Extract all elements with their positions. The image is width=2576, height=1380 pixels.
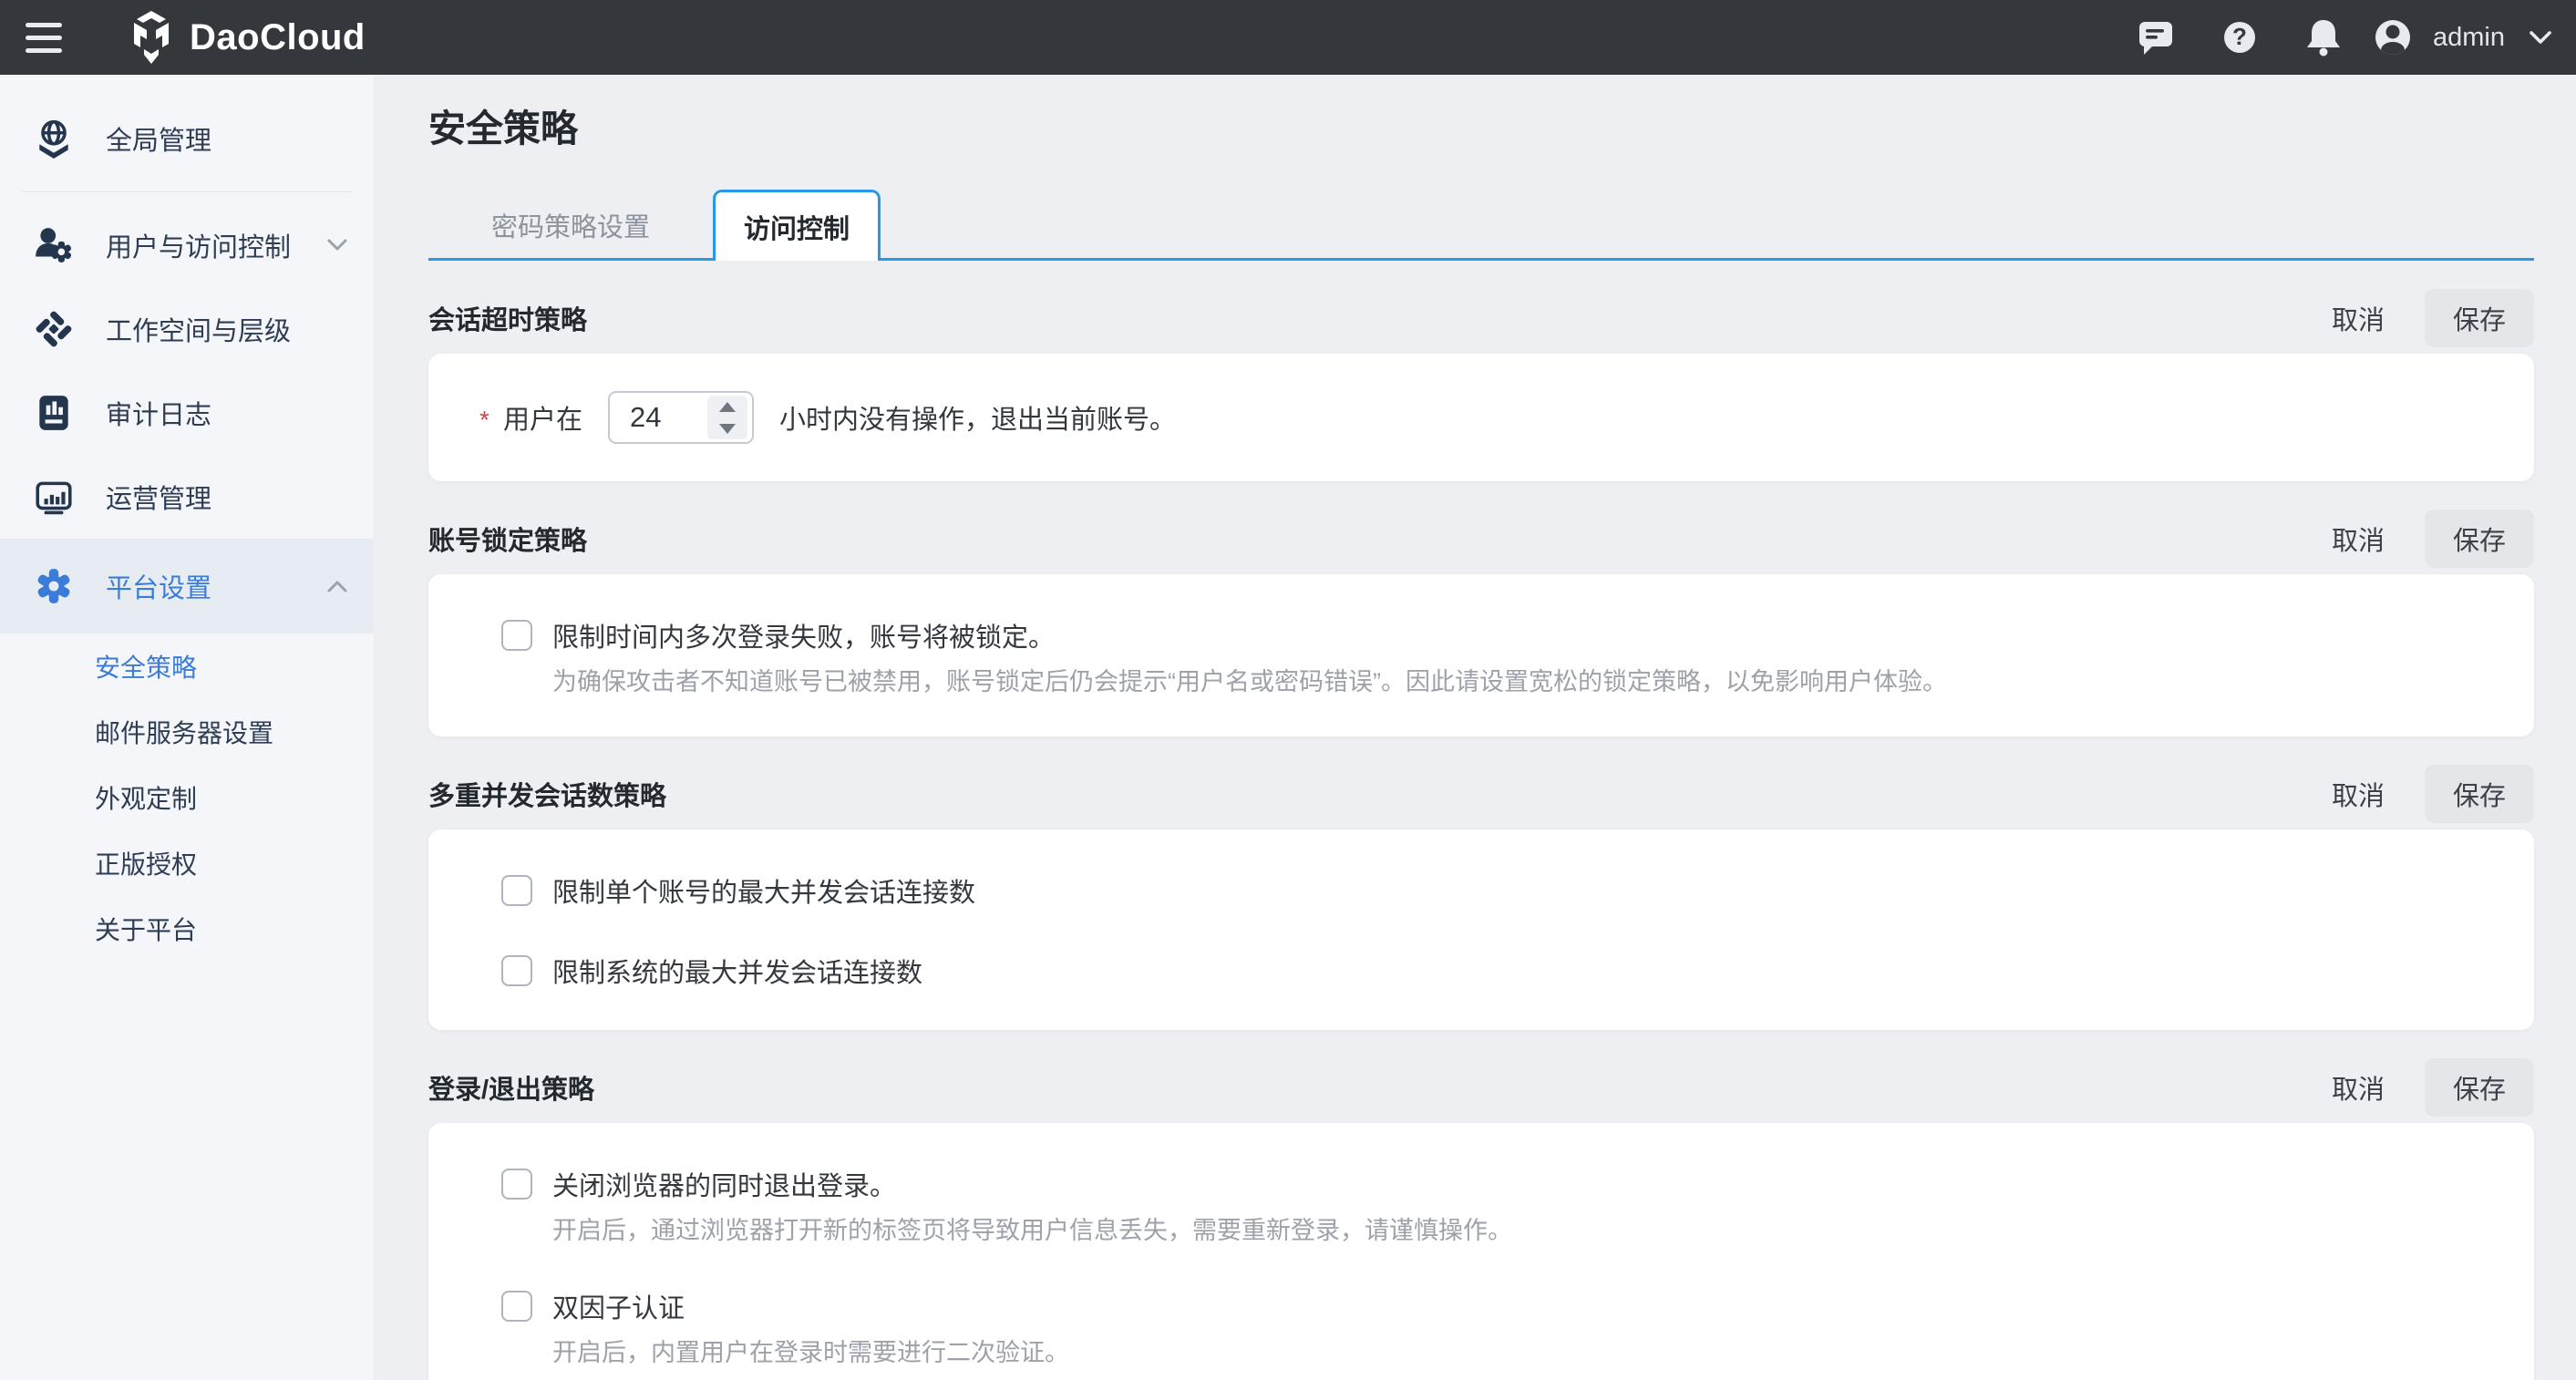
sidebar-item-label: 审计日志 [106, 394, 348, 432]
checkbox-row: 限制系统的最大并发会话连接数 [501, 952, 2461, 990]
globe-icon [33, 118, 75, 160]
page-title: 安全策略 [428, 108, 2534, 149]
checkbox-row: 限制单个账号的最大并发会话连接数 [501, 871, 2461, 910]
checkbox-label: 限制系统的最大并发会话连接数 [552, 952, 922, 990]
section-title: 登录/退出策略 [428, 1068, 2308, 1107]
sidebar-item-platform-settings[interactable]: 平台设置 [0, 539, 374, 633]
sidebar-item-label: 用户与访问控制 [106, 226, 326, 264]
sidebar-subitem-security-policy[interactable]: 安全策略 [0, 633, 374, 699]
timeout-prefix-label: 用户在 [503, 398, 582, 437]
login-logout-card: 关闭浏览器的同时退出登录。 开启后，通过浏览器打开新的标签页将导致用户信息丢失，… [428, 1123, 2534, 1380]
section-header-concurrent-sessions: 多重并发会话数策略 取消 保存 [428, 771, 2534, 817]
stepper-down-icon[interactable] [707, 417, 747, 439]
sidebar-item-label: 平台设置 [106, 567, 326, 605]
svg-text:?: ? [2232, 23, 2247, 50]
checkbox-help-text: 开启后，内置用户在登录时需要进行二次验证。 [552, 1338, 2461, 1367]
tab-password-policy[interactable]: 密码策略设置 [428, 190, 713, 261]
workspace-icon [33, 308, 75, 350]
cancel-button[interactable]: 取消 [2308, 766, 2408, 822]
user-access-icon [33, 224, 75, 266]
number-stepper [707, 396, 747, 439]
menu-toggle-icon[interactable] [26, 17, 66, 57]
username: admin [2433, 23, 2505, 53]
sidebar-item-label: 运营管理 [106, 478, 348, 516]
checkbox-label: 限制时间内多次登录失败，账号将被锁定。 [552, 616, 1055, 654]
account-session-limit-checkbox[interactable] [501, 875, 532, 906]
brand-name: DaoCloud [190, 17, 366, 58]
tab-access-control[interactable]: 访问控制 [713, 190, 881, 261]
session-timeout-card: * 用户在 小时内没有操作，退出当前账号。 [428, 354, 2534, 481]
cancel-button[interactable]: 取消 [2308, 290, 2408, 346]
save-button[interactable]: 保存 [2425, 1058, 2534, 1117]
section-header-login-logout: 登录/退出策略 取消 保存 [428, 1065, 2534, 1110]
user-menu[interactable]: admin [2371, 15, 2552, 59]
save-button[interactable]: 保存 [2425, 510, 2534, 568]
checkbox-label: 关闭浏览器的同时退出登录。 [552, 1165, 896, 1203]
sidebar-item-label: 工作空间与层级 [106, 310, 348, 348]
logout-on-close-checkbox[interactable] [501, 1169, 532, 1200]
required-asterisk: * [479, 406, 503, 435]
avatar-icon [2371, 15, 2415, 59]
sidebar-subitem-license[interactable]: 正版授权 [0, 830, 374, 896]
sidebar-item-operations[interactable]: 运营管理 [0, 455, 374, 539]
chevron-down-icon [2529, 29, 2552, 46]
audit-log-icon [33, 392, 75, 434]
section-title: 多重并发会话数策略 [428, 775, 2308, 813]
daocloud-cube-icon [126, 10, 177, 65]
account-lock-card: 限制时间内多次登录失败，账号将被锁定。 为确保攻击者不知道账号已被禁用，账号锁定… [428, 574, 2534, 736]
sidebar-subitem-about[interactable]: 关于平台 [0, 896, 374, 962]
sidebar-subitem-mail-server[interactable]: 邮件服务器设置 [0, 699, 374, 765]
chevron-up-icon [326, 579, 348, 593]
sidebar-item-workspace[interactable]: 工作空间与层级 [0, 287, 374, 371]
sidebar-item-label: 全局管理 [106, 119, 348, 158]
section-header-session-timeout: 会话超时策略 取消 保存 [428, 295, 2534, 341]
main-content: 安全策略 密码策略设置 访问控制 会话超时策略 取消 保存 * 用户在 小时内没… [374, 75, 2576, 1380]
sidebar-item-users-access[interactable]: 用户与访问控制 [0, 203, 374, 287]
checkbox-row: 关闭浏览器的同时退出登录。 [501, 1165, 2461, 1203]
chevron-down-icon [326, 238, 348, 252]
topbar: DaoCloud ? admin [0, 0, 2576, 75]
timeout-hours-input[interactable] [610, 393, 688, 442]
cancel-button[interactable]: 取消 [2308, 510, 2408, 567]
sidebar-subitem-appearance[interactable]: 外观定制 [0, 765, 374, 830]
operations-icon [33, 476, 75, 518]
sidebar-item-audit-log[interactable]: 审计日志 [0, 371, 374, 455]
checkbox-help-text: 开启后，通过浏览器打开新的标签页将导致用户信息丢失，需要重新登录，请谨慎操作。 [552, 1216, 2461, 1245]
tabbar: 密码策略设置 访问控制 [428, 190, 2534, 261]
checkbox-help-text: 为确保攻击者不知道账号已被禁用，账号锁定后仍会提示“用户名或密码错误”。因此请设… [552, 667, 2461, 696]
timeout-suffix-label: 小时内没有操作，退出当前账号。 [779, 398, 1176, 437]
chat-icon[interactable] [2134, 15, 2178, 59]
section-title: 账号锁定策略 [428, 520, 2308, 558]
two-factor-checkbox[interactable] [501, 1291, 532, 1322]
sidebar: 全局管理 [0, 75, 374, 1380]
lock-policy-checkbox[interactable] [501, 620, 532, 651]
timeout-number-input-wrap [608, 391, 754, 444]
help-icon[interactable]: ? [2218, 15, 2262, 59]
bell-icon[interactable] [2302, 15, 2345, 59]
section-header-account-lock: 账号锁定策略 取消 保存 [428, 516, 2534, 561]
save-button[interactable]: 保存 [2425, 289, 2534, 347]
checkbox-row: 双因子认证 [501, 1287, 2461, 1325]
settings-gear-icon [33, 565, 75, 607]
sidebar-item-global-management[interactable]: 全局管理 [0, 97, 374, 180]
system-session-limit-checkbox[interactable] [501, 955, 532, 986]
checkbox-label: 双因子认证 [552, 1287, 685, 1325]
concurrent-sessions-card: 限制单个账号的最大并发会话连接数 限制系统的最大并发会话连接数 [428, 829, 2534, 1030]
save-button[interactable]: 保存 [2425, 765, 2534, 823]
section-title: 会话超时策略 [428, 299, 2308, 337]
cancel-button[interactable]: 取消 [2308, 1059, 2408, 1116]
checkbox-label: 限制单个账号的最大并发会话连接数 [552, 871, 975, 910]
sidebar-divider [22, 191, 352, 192]
stepper-up-icon[interactable] [707, 396, 747, 417]
checkbox-row: 限制时间内多次登录失败，账号将被锁定。 [501, 616, 2461, 654]
brand-logo: DaoCloud [126, 10, 366, 65]
